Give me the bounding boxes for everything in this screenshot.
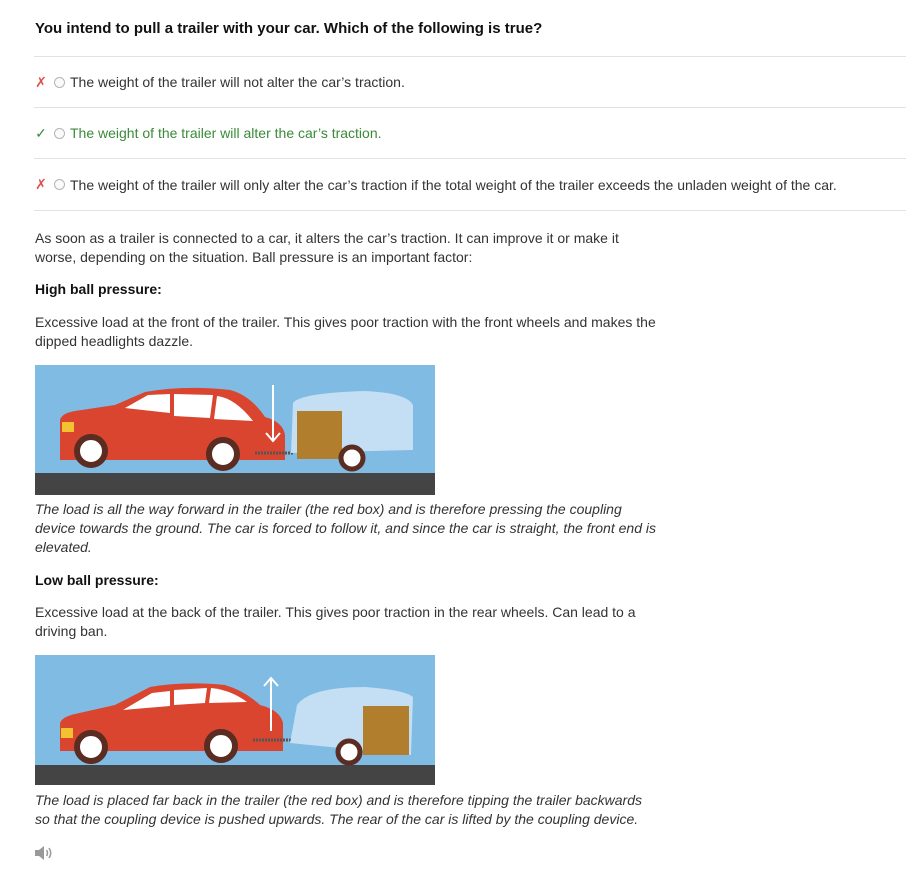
low-ball-pressure-caption: The load is placed far back in the trail… — [35, 792, 642, 827]
radio-button[interactable] — [54, 179, 65, 190]
radio-button[interactable] — [54, 76, 65, 88]
high-ball-pressure-caption: The load is all the way forward in the t… — [35, 501, 656, 555]
low-ball-pressure-heading: Low ball pressure: — [35, 572, 159, 588]
quiz-page: You intend to pull a trailer with your c… — [0, 0, 906, 873]
incorrect-mark-icon: ✗ — [35, 176, 47, 192]
answer-option-text: The weight of the trailer will not alter… — [70, 74, 405, 90]
answer-option-text: The weight of the trailer will alter the… — [70, 125, 382, 141]
incorrect-mark-icon: ✗ — [35, 73, 47, 90]
high-ball-pressure-illustration — [35, 365, 435, 495]
answer-option-1[interactable]: ✗ The weight of the trailer will not alt… — [34, 56, 906, 107]
low-ball-pressure-text: Excessive load at the back of the traile… — [35, 604, 636, 639]
speaker-icon[interactable] — [34, 844, 54, 862]
answer-option-text: The weight of the trailer will only alte… — [70, 176, 837, 193]
correct-mark-icon: ✓ — [35, 124, 47, 141]
answer-option-3[interactable]: ✗ The weight of the trailer will only al… — [34, 158, 906, 211]
high-ball-pressure-heading: High ball pressure: — [35, 281, 162, 297]
answer-option-2[interactable]: ✓ The weight of the trailer will alter t… — [34, 107, 906, 158]
radio-button[interactable] — [54, 127, 65, 139]
explanation-intro: As soon as a trailer is connected to a c… — [35, 230, 619, 265]
high-ball-pressure-text: Excessive load at the front of the trail… — [35, 314, 656, 349]
question-title: You intend to pull a trailer with your c… — [35, 20, 543, 37]
low-ball-pressure-illustration — [35, 655, 435, 785]
